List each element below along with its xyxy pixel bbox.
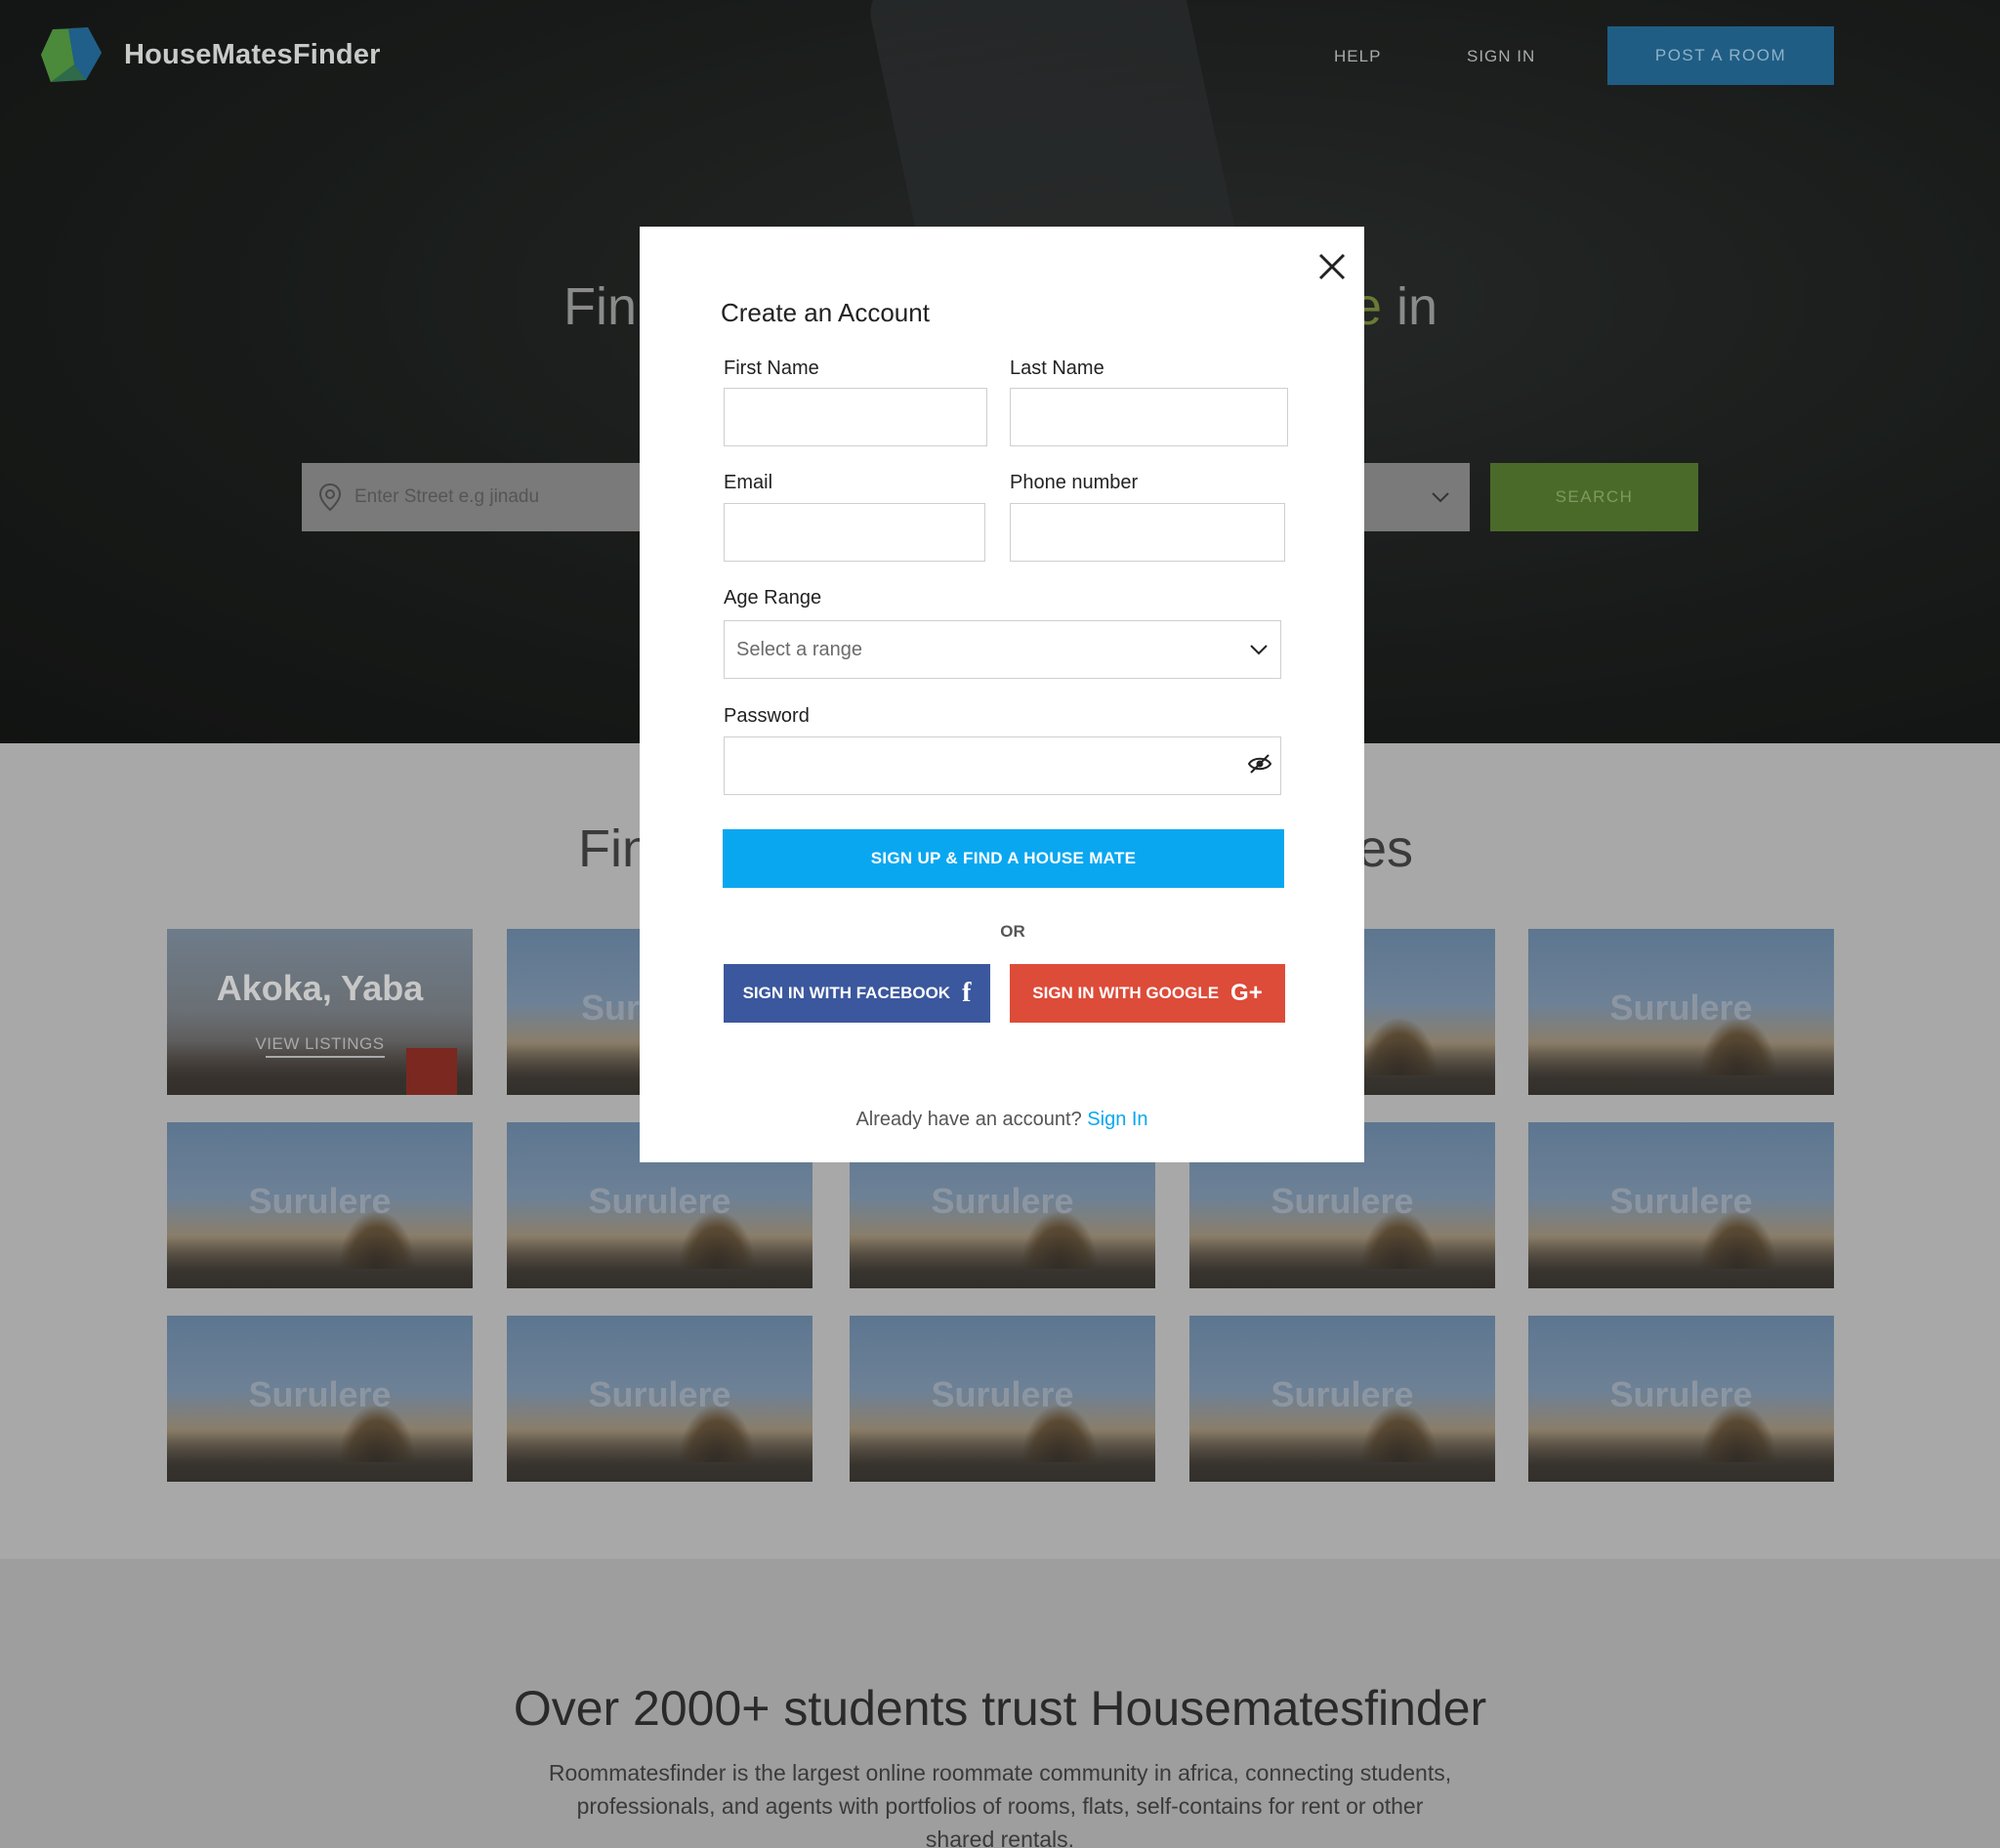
password-label: Password	[724, 705, 810, 727]
hero-title-right: e in	[1353, 276, 1438, 337]
chevron-down-icon	[1250, 645, 1268, 655]
trust-title: Over 2000+ students trust Housematesfind…	[513, 1681, 1487, 1736]
trust-description: Roommatesfinder is the largest online ro…	[548, 1760, 1452, 1848]
city-tile[interactable]: Surulere	[167, 1122, 473, 1288]
city-tile-label: Surulere	[248, 1181, 392, 1221]
view-listings-link[interactable]: VIEW LISTINGS	[167, 1034, 473, 1054]
tile-skyline	[507, 1235, 812, 1288]
tile-skyline	[1189, 1235, 1495, 1288]
first-name-label: First Name	[724, 357, 819, 379]
tile-skyline	[507, 1428, 812, 1482]
view-listings-underline	[266, 1056, 385, 1058]
city-tile[interactable]: Surulere	[1189, 1316, 1495, 1482]
email-field[interactable]	[724, 503, 985, 562]
already-account-row: Already have an account? Sign In	[640, 1109, 1364, 1131]
city-tile-label: Akoka, Yaba	[216, 968, 424, 1008]
post-a-room-button[interactable]: POST A ROOM	[1607, 26, 1834, 85]
hero-title-left: Fin	[563, 277, 638, 336]
tile-skyline	[167, 1428, 473, 1482]
city-tile-label: Surulere	[588, 1374, 731, 1414]
street-search-placeholder: Enter Street e.g jinadu	[354, 486, 540, 507]
search-category-select[interactable]	[1364, 463, 1470, 531]
tile-bus	[406, 1048, 457, 1095]
city-tile[interactable]: Surulere	[167, 1316, 473, 1482]
email-label: Email	[724, 472, 773, 493]
age-range-placeholder: Select a range	[736, 638, 862, 660]
facebook-icon: f	[962, 978, 972, 1008]
create-account-modal: Create an Account First Name Last Name E…	[640, 227, 1364, 1162]
tile-skyline	[850, 1428, 1155, 1482]
city-tile-label: Surulere	[931, 1374, 1074, 1414]
city-tile-label: Surulere	[1609, 1181, 1753, 1221]
search-button[interactable]: SEARCH	[1490, 463, 1698, 531]
facebook-signin-button[interactable]: SIGN IN WITH FACEBOOK f	[724, 964, 990, 1023]
sign-in-link[interactable]: SIGN IN	[1467, 47, 1535, 66]
city-tile-label: Surulere	[1609, 1374, 1753, 1414]
tile-skyline	[850, 1235, 1155, 1288]
street-search-input[interactable]: Enter Street e.g jinadu	[302, 463, 644, 531]
city-tile-label: Surulere	[1271, 1374, 1414, 1414]
phone-label: Phone number	[1010, 472, 1139, 493]
top-navigation: HouseMatesFinder HELP SIGN IN POST A ROO…	[0, 0, 2000, 112]
first-name-field[interactable]	[724, 388, 987, 446]
city-tile-featured[interactable]: Akoka, Yaba VIEW LISTINGS	[167, 929, 473, 1095]
chevron-down-icon	[1432, 492, 1449, 503]
tile-skyline	[1528, 1041, 1834, 1095]
city-tile[interactable]: Surulere	[850, 1316, 1155, 1482]
help-link[interactable]: HELP	[1334, 47, 1381, 66]
city-tile-label: Surulere	[248, 1374, 392, 1414]
city-tile-label: Surulere	[588, 1181, 731, 1221]
city-tile-label: Surulere	[1609, 987, 1753, 1028]
city-tile[interactable]: Surulere	[507, 1316, 812, 1482]
city-tile[interactable]: Surulere	[1528, 1122, 1834, 1288]
hero-title-in: in	[1382, 277, 1438, 336]
sign-in-link-modal[interactable]: Sign In	[1087, 1109, 1147, 1130]
phone-field[interactable]	[1010, 503, 1285, 562]
tile-skyline	[1528, 1235, 1834, 1288]
already-account-text: Already have an account?	[855, 1109, 1082, 1130]
tile-skyline	[1528, 1428, 1834, 1482]
city-tile[interactable]: Surulere	[1528, 929, 1834, 1095]
last-name-field[interactable]	[1010, 388, 1288, 446]
age-range-label: Age Range	[724, 587, 822, 609]
location-pin-icon	[318, 483, 342, 512]
logo-mark-icon[interactable]	[39, 25, 104, 84]
city-tile[interactable]: Surulere	[1528, 1316, 1834, 1482]
age-range-select[interactable]: Select a range	[724, 620, 1281, 679]
tile-skyline	[1189, 1428, 1495, 1482]
last-name-label: Last Name	[1010, 357, 1104, 379]
eye-slash-icon[interactable]	[1247, 753, 1272, 775]
city-tile-label: Surulere	[1271, 1181, 1414, 1221]
google-button-label: SIGN IN WITH GOOGLE	[1032, 984, 1220, 1002]
google-plus-icon: G+	[1230, 980, 1263, 1006]
password-field[interactable]	[724, 736, 1281, 795]
facebook-button-label: SIGN IN WITH FACEBOOK	[742, 984, 951, 1002]
tile-skyline	[167, 1235, 473, 1288]
close-icon[interactable]	[1315, 250, 1349, 283]
modal-title: Create an Account	[721, 298, 930, 327]
signup-button[interactable]: SIGN UP & FIND A HOUSE MATE	[723, 829, 1284, 888]
or-divider: OR	[1000, 922, 1025, 941]
city-tile-label: Surulere	[931, 1181, 1074, 1221]
brand-name[interactable]: HouseMatesFinder	[124, 39, 381, 71]
google-signin-button[interactable]: SIGN IN WITH GOOGLE G+	[1010, 964, 1285, 1023]
